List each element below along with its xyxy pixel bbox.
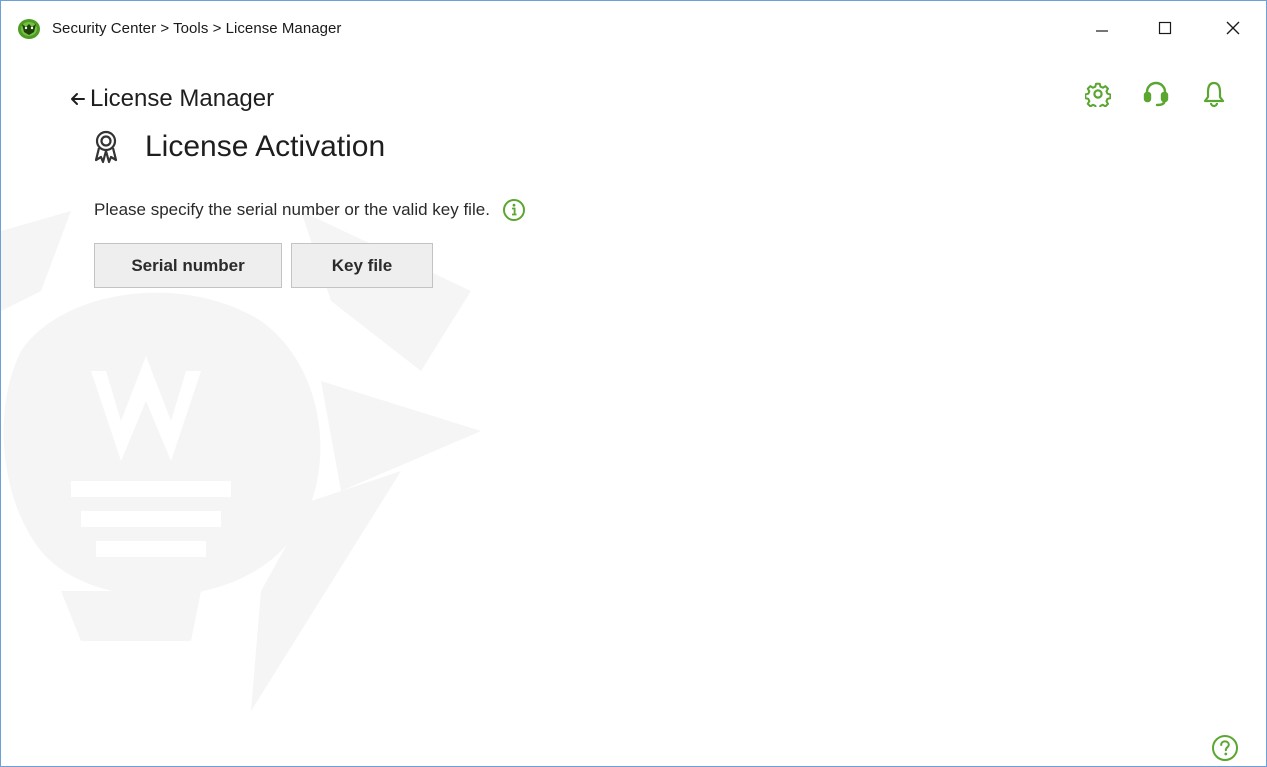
- maximize-button[interactable]: [1142, 11, 1188, 45]
- window-breadcrumb: Security Center > Tools > License Manage…: [52, 20, 342, 37]
- support-button[interactable]: [1142, 80, 1170, 108]
- gear-icon: [1085, 82, 1111, 107]
- app-window: Security Center > Tools > License Manage…: [0, 0, 1267, 767]
- key-file-button[interactable]: Key file: [291, 243, 433, 288]
- back-label: License Manager: [90, 85, 275, 112]
- title-bar: Security Center > Tools > License Manage…: [1, 1, 1266, 45]
- page-heading: License Activation: [93, 129, 385, 165]
- info-icon[interactable]: [502, 198, 526, 222]
- description: Please specify the serial number or the …: [94, 198, 526, 222]
- arrow-left-icon: [71, 93, 85, 105]
- maximize-icon: [1158, 21, 1172, 35]
- close-button[interactable]: [1210, 11, 1256, 45]
- page-title: License Activation: [145, 130, 386, 163]
- settings-button[interactable]: [1084, 80, 1112, 108]
- back-link[interactable]: License Manager: [69, 85, 274, 113]
- app-logo-icon: [18, 19, 40, 39]
- license-ribbon-icon: [94, 130, 118, 164]
- close-icon: [1226, 21, 1240, 35]
- headset-icon: [1143, 81, 1169, 107]
- notifications-button[interactable]: [1200, 80, 1228, 108]
- minimize-button[interactable]: [1079, 11, 1125, 45]
- description-text: Please specify the serial number or the …: [94, 200, 490, 219]
- minimize-icon: [1096, 30, 1108, 32]
- serial-number-button[interactable]: Serial number: [94, 243, 282, 288]
- help-icon[interactable]: [1211, 734, 1239, 762]
- bell-icon: [1203, 81, 1225, 108]
